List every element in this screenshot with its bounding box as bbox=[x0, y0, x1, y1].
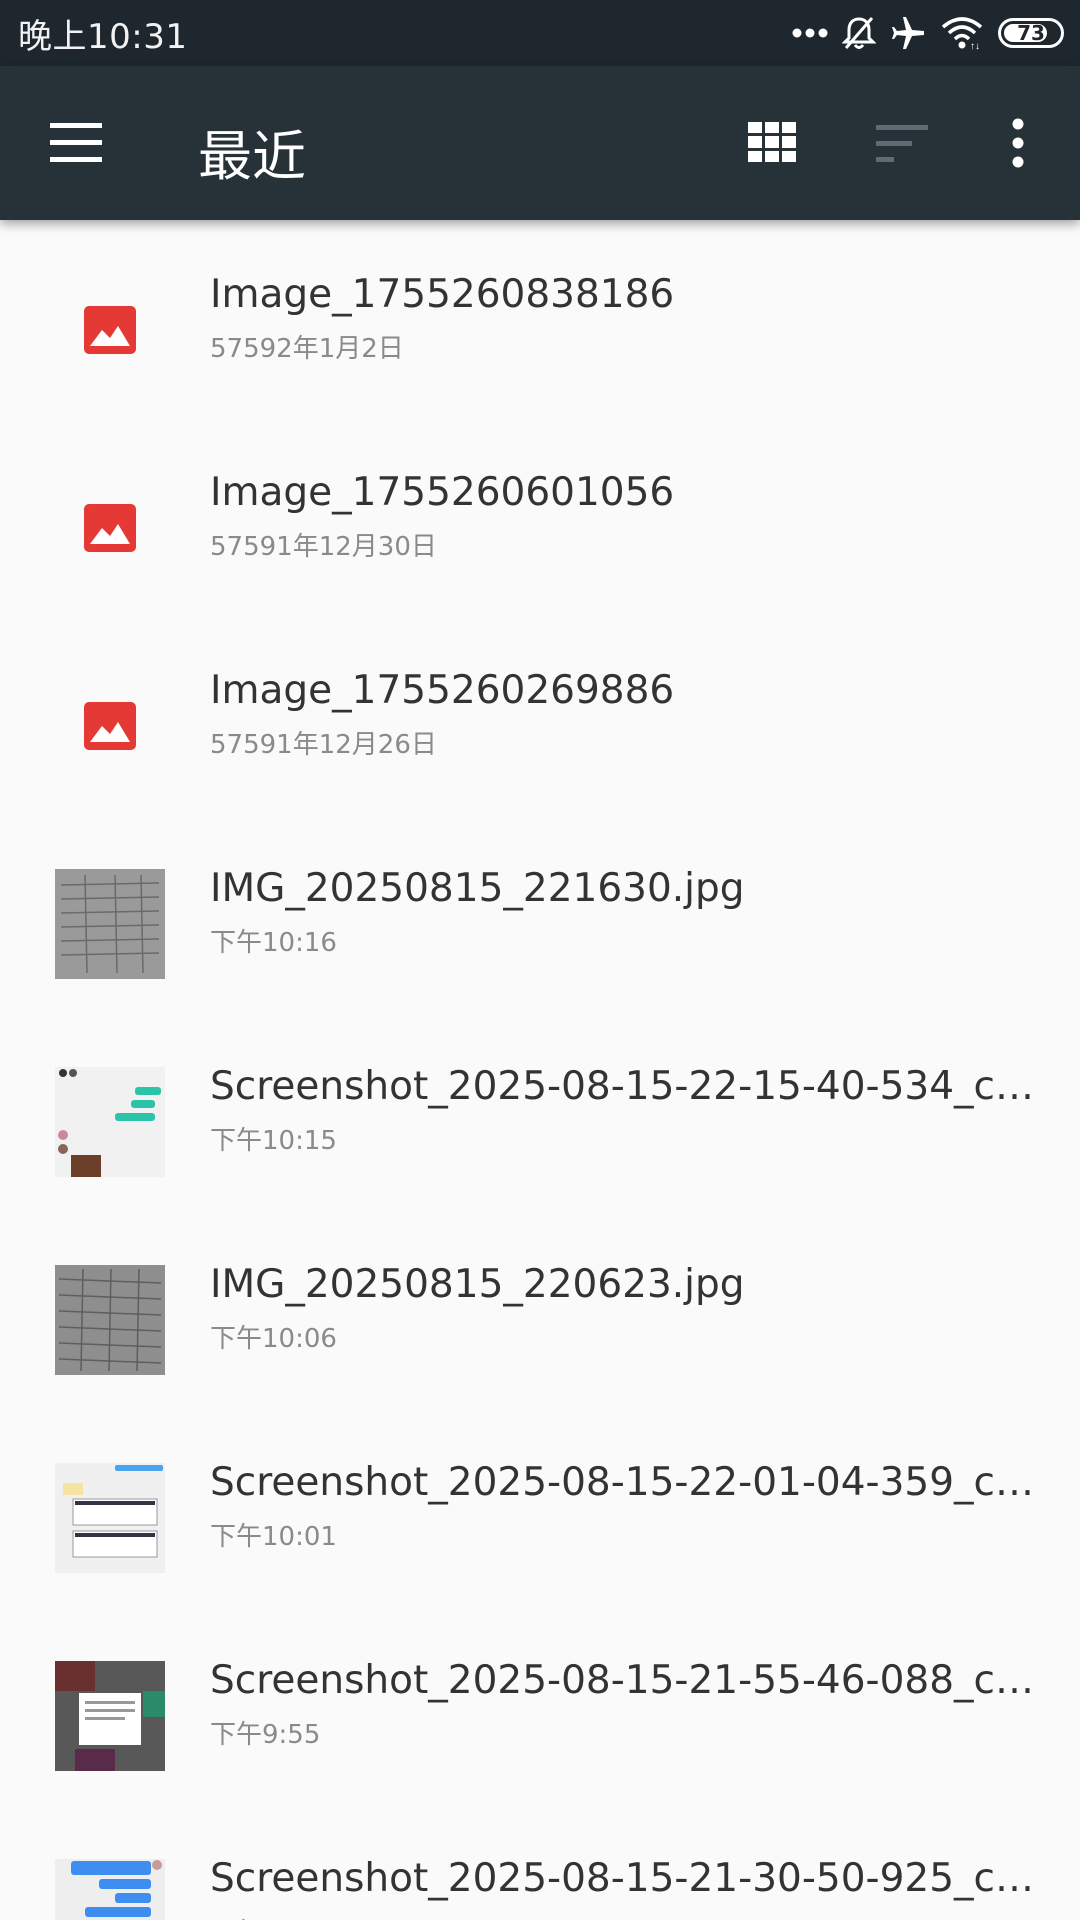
file-time: 下午9:30 bbox=[210, 1912, 320, 1920]
image-file-icon bbox=[54, 274, 166, 386]
file-date: 57591年12月30日 bbox=[210, 532, 437, 562]
list-item[interactable]: Image_1755260601056 57591年12月30日 bbox=[0, 418, 1080, 616]
silent-bell-icon bbox=[842, 17, 876, 49]
file-date: 57591年12月26日 bbox=[210, 730, 437, 760]
file-name: IMG_20250815_221630.jpg bbox=[210, 866, 745, 911]
screenshot-thumbnail bbox=[55, 1463, 165, 1573]
file-time: 下午10:01 bbox=[210, 1522, 337, 1552]
screenshot-thumbnail bbox=[55, 1661, 165, 1771]
status-time: 晚上10:31 bbox=[18, 16, 188, 57]
list-item[interactable]: IMG_20250815_221630.jpg 下午10:16 bbox=[0, 814, 1080, 1012]
recent-files-list: Image_1755260838186 57592年1月2日 Image_175… bbox=[0, 220, 1080, 1920]
list-item[interactable]: Screenshot_2025-08-15-21-55-46-088_co...… bbox=[0, 1606, 1080, 1804]
file-name: Screenshot_2025-08-15-22-15-40-534_co... bbox=[210, 1064, 1040, 1109]
page-title: 最近 bbox=[198, 125, 306, 188]
list-item[interactable]: Screenshot_2025-08-15-22-01-04-359_co...… bbox=[0, 1408, 1080, 1606]
file-name: Image_1755260838186 bbox=[210, 272, 675, 317]
image-file-icon bbox=[54, 472, 166, 584]
file-name: IMG_20250815_220623.jpg bbox=[210, 1262, 745, 1307]
screenshot-thumbnail bbox=[55, 1859, 165, 1920]
airplane-mode-icon bbox=[892, 17, 924, 49]
more-notifications-icon bbox=[792, 28, 828, 38]
list-item[interactable]: Image_1755260838186 57592年1月2日 bbox=[0, 220, 1080, 418]
file-time: 下午10:06 bbox=[210, 1324, 337, 1354]
screenshot-thumbnail bbox=[55, 1067, 165, 1177]
app-toolbar: 最近 bbox=[0, 66, 1080, 220]
list-item[interactable]: Image_1755260269886 57591年12月26日 bbox=[0, 616, 1080, 814]
sort-icon[interactable] bbox=[876, 123, 928, 163]
file-name: Image_1755260269886 bbox=[210, 668, 675, 713]
file-name: Screenshot_2025-08-15-21-30-50-925_co... bbox=[210, 1856, 1040, 1901]
photo-thumbnail bbox=[55, 869, 165, 979]
list-item[interactable]: Screenshot_2025-08-15-22-15-40-534_co...… bbox=[0, 1012, 1080, 1210]
battery-icon: 73 bbox=[998, 18, 1064, 48]
file-time: 下午9:55 bbox=[210, 1720, 321, 1750]
status-bar: 晚上10:31 ↑↓ 73 bbox=[0, 0, 1080, 66]
file-time: 下午10:15 bbox=[210, 1126, 337, 1156]
file-time: 下午10:16 bbox=[210, 928, 337, 958]
file-name: Screenshot_2025-08-15-21-55-46-088_co... bbox=[210, 1658, 1040, 1703]
file-name: Image_1755260601056 bbox=[210, 470, 675, 515]
more-options-icon[interactable] bbox=[1006, 118, 1030, 168]
file-date: 57592年1月2日 bbox=[210, 334, 404, 364]
list-item[interactable]: IMG_20250815_220623.jpg 下午10:06 bbox=[0, 1210, 1080, 1408]
photo-thumbnail bbox=[55, 1265, 165, 1375]
battery-level: 73 bbox=[1017, 21, 1045, 45]
wifi-icon: ↑↓ bbox=[941, 17, 983, 51]
list-item[interactable]: Screenshot_2025-08-15-21-30-50-925_co...… bbox=[0, 1804, 1080, 1920]
svg-text:↑↓: ↑↓ bbox=[970, 41, 980, 51]
file-name: Screenshot_2025-08-15-22-01-04-359_co... bbox=[210, 1460, 1040, 1505]
image-file-icon bbox=[54, 670, 166, 782]
grid-view-icon[interactable] bbox=[748, 122, 796, 162]
status-icons: ↑↓ 73 bbox=[792, 15, 1064, 51]
menu-icon[interactable] bbox=[46, 121, 106, 165]
